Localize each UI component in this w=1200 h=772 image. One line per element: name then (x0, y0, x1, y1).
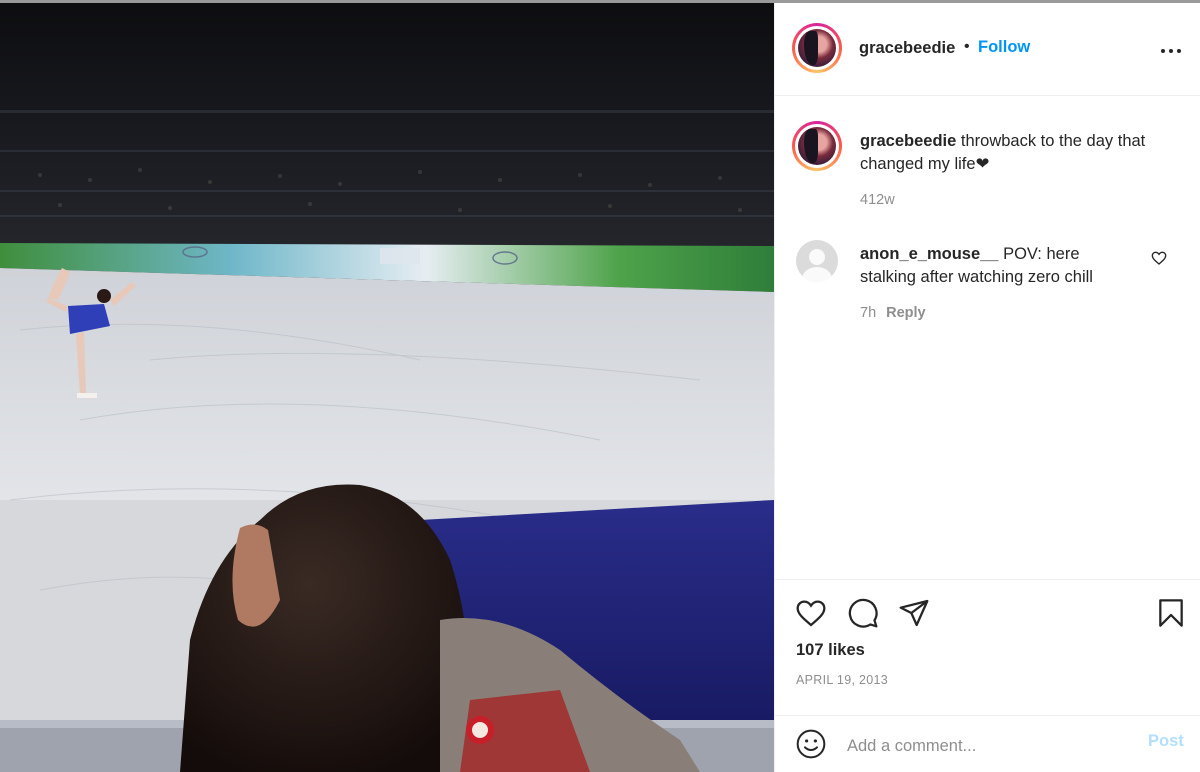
comment-icon (848, 598, 878, 628)
post-date[interactable]: APRIL 19, 2013 (796, 673, 888, 687)
emoji-icon (796, 729, 826, 759)
like-button[interactable] (795, 597, 827, 634)
caption: gracebeedie throwback to the day that ch… (860, 130, 1160, 176)
more-icon (1161, 49, 1165, 53)
comment-like-button[interactable] (1151, 250, 1167, 271)
post-comment-button[interactable]: Post (1148, 732, 1184, 751)
follow-button[interactable]: Follow (978, 38, 1030, 57)
author-username[interactable]: gracebeedie (859, 39, 955, 58)
author-avatar[interactable] (792, 23, 842, 73)
comment-input[interactable] (847, 732, 1137, 760)
more-options-button[interactable] (1160, 37, 1186, 59)
commenter-avatar[interactable] (796, 240, 838, 282)
comment-age[interactable]: 7h (860, 305, 876, 321)
post-photo[interactable] (0, 0, 774, 772)
comment: anon_e_mouse__ POV: here stalking after … (860, 243, 1140, 289)
caption-meta: 412w (860, 192, 895, 208)
comment-button[interactable] (847, 597, 879, 634)
small-heart-icon (1151, 251, 1167, 265)
post-header: gracebeedie • Follow (775, 3, 1200, 96)
caption-username[interactable]: gracebeedie (860, 132, 956, 150)
likes-count[interactable]: 107 likes (796, 641, 865, 660)
add-comment-bar: Post (775, 715, 1200, 772)
share-button[interactable] (898, 597, 930, 634)
post-side-panel: gracebeedie • Follow gracebeedie throwba… (774, 3, 1200, 772)
heart-icon (796, 600, 826, 627)
bookmark-icon (1159, 599, 1183, 627)
emoji-button[interactable] (795, 728, 827, 765)
comment-username[interactable]: anon_e_mouse__ (860, 245, 998, 263)
reply-button[interactable]: Reply (886, 305, 926, 321)
save-button[interactable] (1155, 597, 1187, 634)
caption-avatar[interactable] (792, 121, 842, 171)
comments-list: gracebeedie throwback to the day that ch… (775, 97, 1200, 579)
header-separator: • (964, 38, 970, 55)
comment-meta: 7h Reply (860, 305, 926, 321)
caption-age[interactable]: 412w (860, 192, 895, 208)
share-icon (899, 599, 929, 627)
post-actions: 107 likes APRIL 19, 2013 (775, 579, 1200, 715)
rink-photo (0, 0, 774, 772)
